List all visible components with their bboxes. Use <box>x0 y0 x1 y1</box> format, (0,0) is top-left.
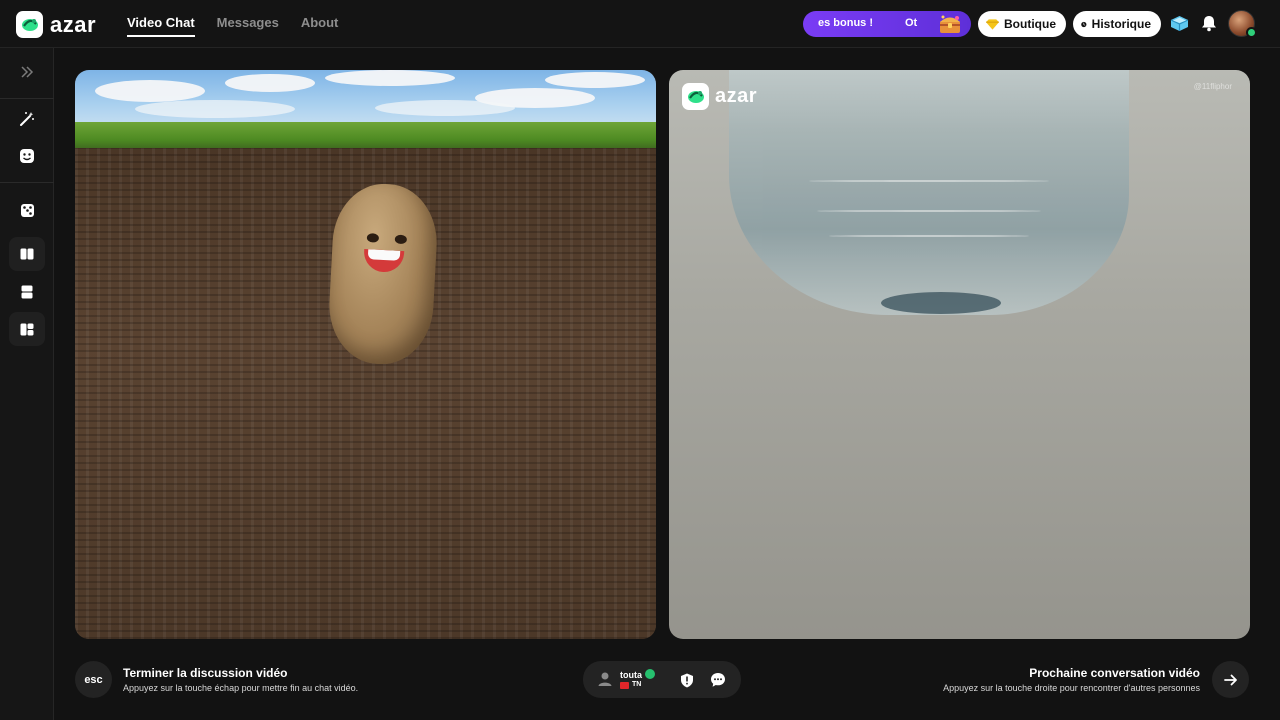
next-chat-subtitle: Appuyez sur la touche droite pour rencon… <box>943 683 1200 693</box>
shop-label: Boutique <box>1004 17 1056 31</box>
bonus-text-2: Ot <box>905 17 918 29</box>
sticker-button[interactable] <box>9 139 45 173</box>
logo-text: azar <box>715 85 758 107</box>
arrow-right-icon <box>1223 674 1237 685</box>
partner-name: touta <box>620 670 642 680</box>
verified-icon <box>645 669 655 679</box>
nav-messages[interactable]: Messages <box>217 15 279 37</box>
bonus-banner[interactable]: es bonus ! Ot <box>803 11 971 37</box>
top-header: azar Video Chat Messages About es bonus … <box>0 0 1280 48</box>
layout-grid-button[interactable] <box>9 312 45 346</box>
chat-bubble-icon <box>711 673 725 687</box>
layout-stacked-icon <box>21 285 33 299</box>
layout-grid-icon <box>20 323 34 335</box>
expand-icon <box>21 66 34 78</box>
potato-mouth <box>363 248 405 274</box>
potato-face-filter <box>326 181 440 367</box>
bottle-cap-shape <box>881 292 1001 314</box>
history-button[interactable]: Historique <box>1073 11 1161 37</box>
next-chat-button[interactable] <box>1212 661 1249 698</box>
dice-icon <box>20 203 34 217</box>
azar-logo-icon <box>16 11 43 38</box>
user-icon <box>598 672 612 686</box>
nav-video-chat[interactable]: Video Chat <box>127 15 195 37</box>
user-watermark: @11fliphor <box>1193 82 1232 91</box>
next-chat-title: Prochaine conversation vidéo <box>1029 666 1200 680</box>
random-button[interactable] <box>9 193 45 227</box>
nav-about[interactable]: About <box>301 15 339 37</box>
treasure-chest-icon <box>940 15 960 33</box>
bonus-text: es bonus ! <box>818 17 874 29</box>
history-label: Historique <box>1091 17 1151 31</box>
end-chat-title: Terminer la discussion vidéo <box>123 666 288 680</box>
gem-icon <box>986 19 999 30</box>
bell-icon[interactable] <box>1198 12 1220 34</box>
logo-text: azar <box>50 11 97 37</box>
gem-cube-icon[interactable] <box>1168 12 1190 34</box>
country-flag-icon <box>620 682 629 689</box>
clock-icon <box>1081 21 1087 27</box>
magic-wand-icon <box>20 112 34 126</box>
remote-video-panel: azar @11fliphor <box>669 70 1250 639</box>
layout-side-by-side-icon <box>20 248 34 260</box>
azar-watermark-logo: azar <box>682 83 757 110</box>
sidebar-divider <box>0 182 54 183</box>
report-button[interactable] <box>677 670 697 690</box>
layout-side-by-side-button[interactable] <box>9 237 45 271</box>
chat-button[interactable] <box>708 670 728 690</box>
local-video-panel <box>75 70 656 639</box>
shop-button[interactable]: Boutique <box>978 11 1066 37</box>
shield-alert-icon <box>681 673 693 687</box>
sidebar-divider <box>0 98 54 99</box>
azar-logo[interactable]: azar <box>16 11 96 38</box>
potato-eye <box>366 233 380 243</box>
partner-country: TN <box>632 681 642 688</box>
expand-sidebar-button[interactable] <box>9 55 45 89</box>
end-chat-button[interactable]: esc <box>75 661 112 698</box>
potato-eye <box>394 234 408 245</box>
main-nav: Video Chat Messages About <box>127 15 338 37</box>
layout-stacked-button[interactable] <box>9 275 45 309</box>
left-sidebar <box>0 48 54 720</box>
avatar[interactable] <box>1228 10 1257 38</box>
azar-logo-icon <box>682 83 709 110</box>
partner-info-pill[interactable]: touta TN <box>583 661 741 698</box>
effects-button[interactable] <box>9 102 45 136</box>
end-chat-subtitle: Appuyez sur la touche échap pour mettre … <box>123 683 359 693</box>
online-status-dot <box>1246 27 1257 38</box>
sticker-icon <box>20 149 34 163</box>
water-bottle-shape <box>729 70 1129 315</box>
